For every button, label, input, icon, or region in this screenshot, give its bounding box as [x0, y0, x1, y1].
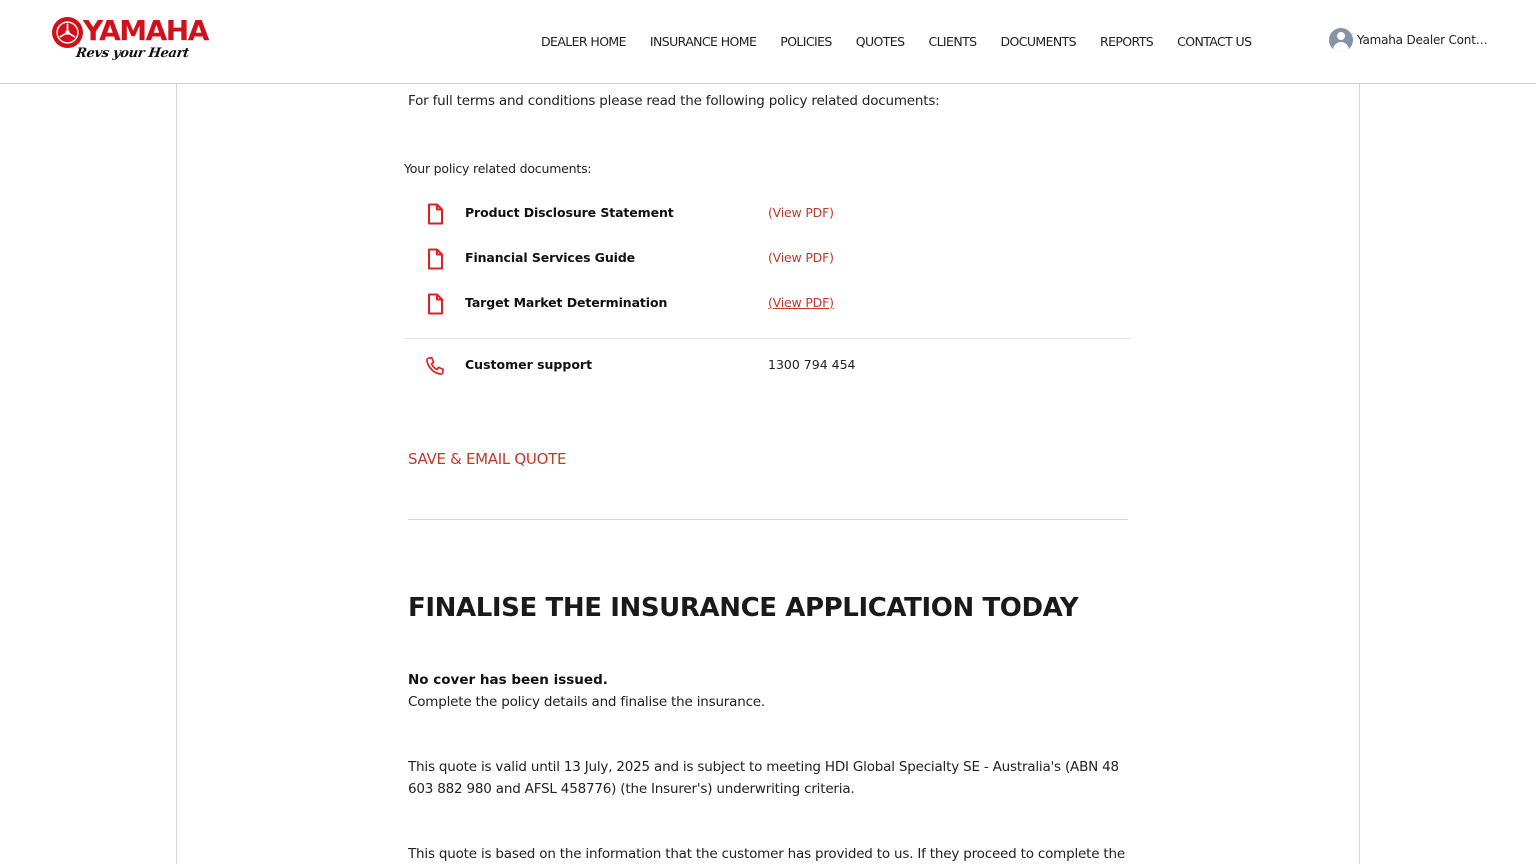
view-pdf-link[interactable]: (View PDF) [768, 295, 834, 310]
document-icon [428, 203, 443, 225]
nav-quotes[interactable]: QUOTES [856, 33, 905, 51]
user-avatar-icon [1329, 28, 1353, 52]
yamaha-logo[interactable]: YAMAHA Revs your Heart [52, 14, 209, 70]
tuning-fork-emblem-icon [52, 17, 83, 48]
support-phone[interactable]: 1300 794 454 [768, 357, 855, 372]
documents-title: Your policy related documents: [404, 161, 592, 176]
quote-basis-text: This quote is based on the information t… [408, 846, 1125, 862]
document-icon [428, 248, 443, 270]
user-menu[interactable]: Yamaha Dealer Conta... [1329, 28, 1491, 52]
nav-clients[interactable]: CLIENTS [928, 33, 977, 51]
content-frame [176, 84, 1360, 864]
document-icon [428, 293, 443, 315]
no-cover-text: No cover has been issued. [408, 672, 608, 688]
logo-wordmark: YAMAHA [83, 14, 209, 47]
view-pdf-link[interactable]: (View PDF) [768, 205, 834, 220]
nav-documents[interactable]: DOCUMENTS [1000, 33, 1076, 51]
phone-icon [426, 356, 444, 375]
support-label: Customer support [465, 357, 593, 372]
quote-validity-text: This quote is valid until 13 July, 2025 … [408, 759, 1119, 797]
save-email-quote-button[interactable]: SAVE & EMAIL QUOTE [408, 450, 566, 468]
view-pdf-link[interactable]: (View PDF) [768, 250, 834, 265]
nav-insurance-home[interactable]: INSURANCE HOME [650, 33, 757, 51]
nav-reports[interactable]: REPORTS [1100, 33, 1154, 51]
document-label: Financial Services Guide [465, 250, 636, 265]
terms-text: For full terms and conditions please rea… [408, 93, 940, 109]
section-divider [408, 519, 1128, 520]
nav-contact-us[interactable]: CONTACT US [1177, 33, 1252, 51]
document-label: Product Disclosure Statement [465, 205, 674, 220]
logo-tagline: Revs your Heart [74, 46, 190, 61]
finalise-heading: FINALISE THE INSURANCE APPLICATION TODAY [408, 593, 1079, 623]
site-header: YAMAHA Revs your Heart DEALER HOME INSUR… [0, 0, 1536, 84]
nav-dealer-home[interactable]: DEALER HOME [541, 33, 627, 51]
user-name: Yamaha Dealer Conta... [1357, 33, 1491, 47]
document-label: Target Market Determination [465, 295, 668, 310]
complete-text: Complete the policy details and finalise… [408, 694, 765, 710]
divider [404, 338, 1131, 339]
nav-policies[interactable]: POLICIES [780, 33, 832, 51]
main-nav: DEALER HOME INSURANCE HOME POLICIES QUOT… [541, 33, 1252, 51]
